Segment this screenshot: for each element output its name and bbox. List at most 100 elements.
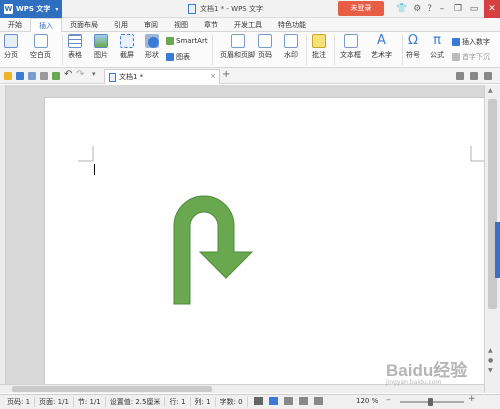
symbol-button[interactable]: Ω 符号 [406,34,420,60]
wordart-button[interactable]: A 艺术字 [371,34,392,60]
login-button[interactable]: 未登录 [338,1,384,16]
pi-icon: π [433,33,441,48]
view-icon[interactable] [484,72,492,80]
status-column: 列: 1 [191,397,216,407]
ribbon-insert: 分页 空白页 表格 图片 截屏 形状 SmartArt 图表 页眉和页脚 页码 … [0,32,500,68]
close-tab-icon[interactable]: × [210,72,216,80]
document-tab[interactable]: 文档1 * × [104,69,220,84]
tab-home[interactable]: 开始 [0,18,30,32]
smartart-button[interactable]: SmartArt [166,37,208,45]
shape-label: 形状 [145,51,159,59]
save-icon[interactable] [16,72,24,80]
view-icon[interactable] [470,72,478,80]
layout-icon[interactable]: ▭ [466,0,482,18]
header-footer-button[interactable]: 页眉和页脚 [220,34,255,60]
text-cursor [94,164,95,175]
page-view-icon[interactable] [269,397,278,405]
first-drop-label: 首字下沉 [462,53,490,61]
formula-button[interactable]: π 公式 [430,34,444,60]
screenshot-label: 截屏 [120,51,134,59]
restore-icon[interactable]: ❐ [450,0,466,18]
first-drop-button[interactable]: 首字下沉 [452,52,490,62]
ribbon-separator [62,35,63,65]
scroll-thumb[interactable] [12,386,212,392]
textbox-button[interactable]: 文本框 [340,34,361,60]
document-tab-label: 文档1 * [119,73,144,81]
insert-number-label: 插入数字 [462,38,490,46]
tab-insert[interactable]: 插入 [30,18,62,32]
symbol-label: 符号 [406,51,420,59]
close-icon[interactable]: ✕ [484,0,500,18]
formula-label: 公式 [430,51,444,59]
picture-icon [94,34,108,48]
page-number-label: 页码 [258,51,272,59]
baidu-url: jingyan.baidu.com [386,379,442,386]
skin-icon[interactable]: 👕 [396,4,407,14]
full-screen-icon[interactable] [254,397,263,405]
tab-page-layout[interactable]: 页面布局 [62,18,106,32]
watermark-label: 水印 [284,51,298,59]
tab-developer[interactable]: 开发工具 [226,18,270,32]
shape-icon [145,34,159,48]
u-turn-arrow-shape[interactable] [168,190,260,308]
zoom-out-icon[interactable]: – [386,395,391,405]
tab-view[interactable]: 视图 [166,18,196,32]
outline-view-icon[interactable] [284,397,293,405]
screenshot-button[interactable]: 截屏 [120,34,134,60]
vertical-ruler [0,85,6,393]
page-break-button[interactable]: 分页 [4,34,18,60]
omega-icon: Ω [408,33,418,48]
zoom-in-icon[interactable]: + [468,394,476,404]
redo-icon[interactable]: ↷ [76,69,84,80]
comment-label: 批注 [312,51,326,59]
comment-icon [312,34,326,48]
picture-button[interactable]: 图片 [94,34,108,60]
watermark-button[interactable]: 水印 [284,34,298,60]
tab-features[interactable]: 特色功能 [270,18,314,32]
wps-logo-icon: W [4,4,13,14]
web-view-icon[interactable] [299,397,308,405]
help-icon[interactable]: ? [427,4,432,14]
chart-button[interactable]: 图表 [166,52,190,62]
drop-cap-icon [452,53,460,61]
export-pdf-icon[interactable] [52,72,60,80]
page-number-icon [258,34,272,48]
scroll-up-icon[interactable]: ▲ [488,347,493,354]
document-page[interactable] [44,97,494,393]
print-preview-icon[interactable] [40,72,48,80]
reading-view-icon[interactable] [314,397,323,405]
tab-references[interactable]: 引用 [106,18,136,32]
print-icon[interactable] [28,72,36,80]
chevron-down-icon: ▾ [55,5,59,13]
minimize-icon[interactable]: – [434,0,450,18]
app-menu-button[interactable]: W WPS 文字 ▾ [0,0,62,18]
chevron-down-icon[interactable]: ▾ [92,70,100,78]
table-button[interactable]: 表格 [68,34,82,60]
shape-button[interactable]: 形状 [145,34,159,60]
wordart-icon: A [377,33,386,48]
ribbon-separator [334,35,335,65]
open-folder-icon[interactable] [4,72,12,80]
zoom-level[interactable]: 120 % [356,397,378,405]
picture-label: 图片 [94,51,108,59]
comment-button[interactable]: 批注 [312,34,326,60]
crop-mark-top-left [78,146,94,162]
scroll-up-icon[interactable]: ▲ [488,87,493,94]
zoom-slider-knob[interactable] [428,398,433,406]
status-page: 页码: 1 [3,397,36,407]
settings-icon[interactable]: ⚙ [413,4,421,14]
page-number-button[interactable]: 页码 [258,34,272,60]
side-panel-toggle[interactable] [495,222,500,278]
ribbon-separator [306,35,307,65]
tab-section[interactable]: 章节 [196,18,226,32]
status-pages: 页面: 1/1 [35,397,74,407]
header-footer-label: 页眉和页脚 [220,51,255,59]
tab-review[interactable]: 审阅 [136,18,166,32]
undo-icon[interactable]: ↶ [64,69,72,80]
new-tab-icon[interactable]: + [222,69,230,80]
blank-page-label: 空白页 [30,51,51,59]
title-bar: W WPS 文字 ▾ 文档1 * - WPS 文字 未登录 👕 ⚙ ? – ❐ … [0,0,500,18]
view-icon[interactable] [456,72,464,80]
insert-number-button[interactable]: 插入数字 [452,37,490,47]
blank-page-button[interactable]: 空白页 [30,34,51,60]
